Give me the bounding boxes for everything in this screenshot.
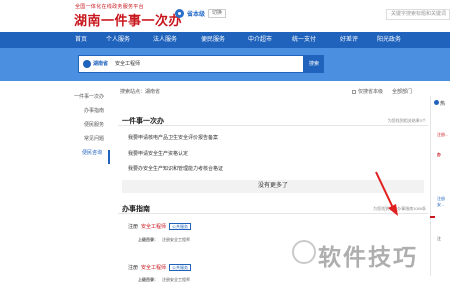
level-selector[interactable]: 省本级 切换	[175, 9, 227, 18]
sidebar: 一件事一次办 办事指南 便民服务 常见问题 便民咨询	[72, 94, 110, 164]
search-banner: 湖南省 安全工程师 搜索	[0, 48, 450, 81]
info-icon	[434, 100, 439, 105]
province-only-checkbox[interactable]: 仅搜省本级	[352, 88, 383, 95]
red-arrow-icon	[375, 171, 398, 216]
nav-item-sunshine[interactable]: 阳光政务	[377, 32, 401, 48]
search-input[interactable]: 安全工程师	[115, 60, 140, 69]
nav-item-personal[interactable]: 个人服务	[106, 32, 130, 48]
location-pin-icon	[83, 60, 91, 68]
header-search-input[interactable]: 关键字搜索标题和关键词	[386, 9, 450, 20]
guide-title-highlight[interactable]: 安全工程师	[141, 223, 166, 230]
guide-title-highlight[interactable]: 安全工程师	[141, 264, 166, 271]
parent-label: 上级目录：	[138, 277, 158, 282]
guide-parent: 上级目录： 注册安全工程师	[138, 237, 190, 243]
nav-item-convenience[interactable]: 便民服务	[201, 32, 225, 48]
right-link[interactable]: 注册...	[437, 132, 448, 138]
nav-item-intermediary[interactable]: 中介超市	[248, 32, 272, 48]
main-nav: 首页 个人服务 法人服务 便民服务 中介超市 统一支付 好差评 阳光政务	[0, 32, 450, 48]
section-title: 一件事一次办	[122, 118, 164, 125]
right-link[interactable]: 办	[437, 152, 441, 158]
parent-value[interactable]: 注册安全工程师	[162, 237, 190, 242]
region-label[interactable]: 湖南省	[93, 60, 108, 69]
nav-item-legal[interactable]: 法人服务	[153, 32, 177, 48]
guide-item[interactable]: 注册 安全工程师 公共服务	[128, 264, 192, 271]
main-search-box[interactable]: 湖南省 安全工程师	[78, 55, 304, 73]
sidebar-item-guide[interactable]: 办事指南	[72, 108, 110, 122]
list-item[interactable]: 我要申请核电产品卫生安全评价报告备案	[128, 134, 218, 141]
sidebar-item-faq[interactable]: 常见问题	[72, 136, 110, 150]
location-pin-icon	[175, 9, 184, 18]
sidebar-item-convenience[interactable]: 便民服务	[72, 122, 110, 136]
list-item[interactable]: 我要申请安全生产资格认定	[128, 150, 188, 157]
watermark: 软件技巧	[318, 244, 418, 270]
watermark-logo-icon	[292, 240, 316, 264]
parent-label: 上级目录：	[138, 237, 158, 242]
search-button[interactable]: 搜索	[304, 55, 324, 73]
parent-value[interactable]: 注册安全工程师	[162, 277, 190, 282]
guide-title-prefix[interactable]: 注册	[128, 264, 138, 271]
switch-button[interactable]: 切换	[208, 9, 227, 18]
section-one-thing: 一件事一次办 为您找到相关结果3个	[118, 116, 428, 126]
guide-item[interactable]: 注册 安全工程师 公共服务	[128, 223, 192, 230]
sidebar-item-one-thing[interactable]: 一件事一次办	[72, 94, 110, 108]
sidebar-item-consult[interactable]: 便民咨询	[72, 150, 110, 164]
right-heading: 热	[440, 101, 446, 107]
right-link[interactable]: 注	[437, 236, 441, 242]
checkbox-label: 仅搜省本级	[358, 89, 384, 95]
service-tag: 公共服务	[169, 223, 192, 230]
nav-item-payment[interactable]: 统一支付	[292, 32, 316, 48]
right-link[interactable]: 注册安...	[437, 196, 450, 208]
logo-title[interactable]: 湖南一件事一次办	[74, 10, 182, 29]
search-location: 搜索站点：湖南省	[120, 89, 161, 95]
guide-title-prefix[interactable]: 注册	[128, 223, 138, 230]
logo-subtitle: 全国一体化在线政务服务平台	[75, 4, 144, 10]
dept-dropdown[interactable]: 全部部门	[392, 88, 412, 95]
right-panel: 热 注册... 办 注册安... 注	[430, 96, 450, 276]
level-label: 省本级	[187, 12, 206, 18]
nav-item-rating[interactable]: 好差评	[340, 32, 358, 48]
section-title: 办事指南	[122, 206, 150, 213]
highlight-marker	[430, 216, 435, 218]
guide-parent: 上级目录： 注册安全工程师	[138, 277, 190, 283]
list-item[interactable]: 我要办安全生产知识和管理能力考核合格证	[128, 165, 223, 172]
checkbox-icon[interactable]	[352, 89, 356, 94]
service-tag: 公共服务	[169, 264, 192, 271]
nav-item-home[interactable]: 首页	[75, 32, 87, 48]
result-count: 为您找到相关结果3个	[387, 118, 426, 123]
site-header: 全国一体化在线政务服务平台 湖南一件事一次办 省本级 切换 关键字搜索标题和关键…	[0, 0, 450, 32]
